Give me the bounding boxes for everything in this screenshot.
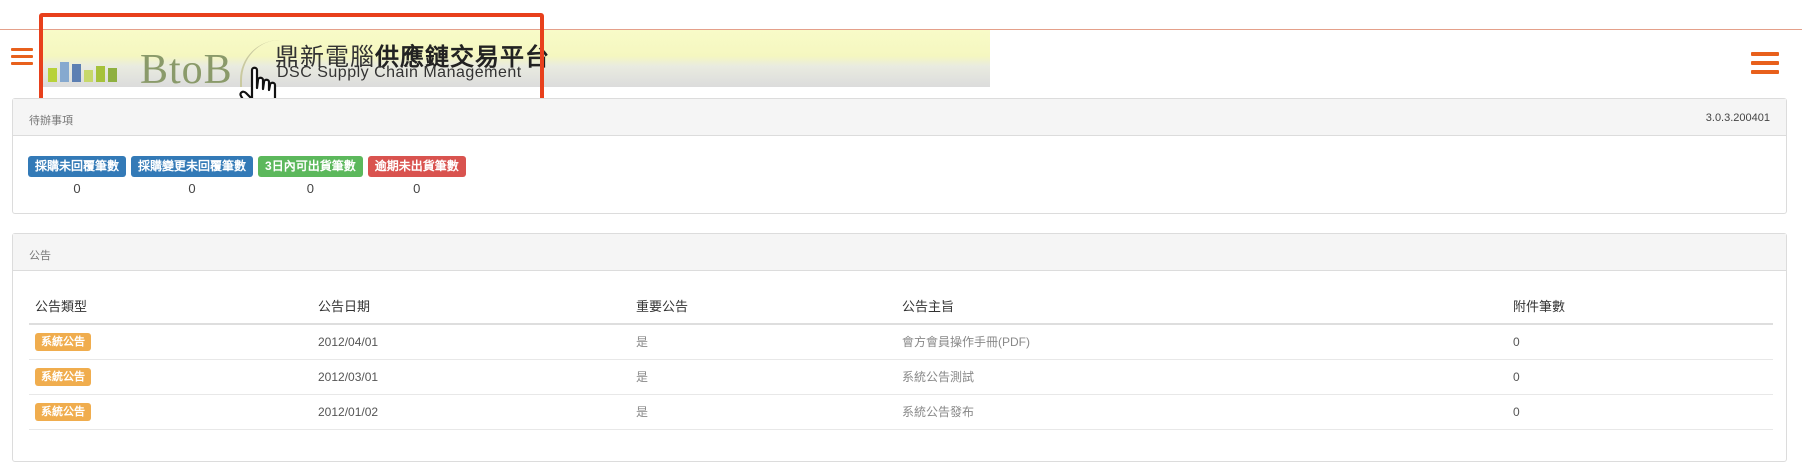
announcement-panel-header: 公告: [13, 234, 1786, 271]
todo-panel: 待辦事項 3.0.3.200401 採購未回覆筆數 0 採購變更未回覆筆數 0 …: [12, 98, 1787, 214]
cell-attachments: 0: [1507, 359, 1773, 395]
site-title-en: DSC Supply Chain Management: [277, 64, 522, 81]
announcement-panel-title: 公告: [29, 250, 51, 262]
left-menu-toggle-icon[interactable]: [11, 48, 33, 70]
cell-important: 是: [630, 394, 896, 430]
stat-po-change-unreplied-badge[interactable]: 採購變更未回覆筆數: [131, 156, 254, 177]
cell-type: 系統公告: [29, 394, 312, 430]
col-header-type: 公告類型: [29, 292, 312, 325]
table-row[interactable]: 系統公告 2012/03/01 是 系統公告測試 0: [29, 359, 1773, 395]
stat-ship-3days-value: 0: [306, 181, 314, 196]
stat-ship-3days-badge[interactable]: 3日內可出貨筆數: [258, 156, 363, 177]
stat-ship-3days: 3日內可出貨筆數 0: [258, 156, 363, 196]
stat-po-unreplied-value: 0: [73, 181, 81, 196]
type-badge: 系統公告: [35, 402, 91, 421]
todo-stats: 採購未回覆筆數 0 採購變更未回覆筆數 0 3日內可出貨筆數 0 逾期未出貨筆數…: [28, 156, 466, 196]
cell-date: 2012/03/01: [312, 359, 630, 395]
table-header-row: 公告類型 公告日期 重要公告 公告主旨 附件筆數: [29, 292, 1773, 325]
col-header-important: 重要公告: [630, 292, 896, 325]
stat-po-change-unreplied: 採購變更未回覆筆數 0: [131, 156, 254, 196]
col-header-date: 公告日期: [312, 292, 630, 325]
stat-overdue-badge[interactable]: 逾期未出貨筆數: [367, 156, 466, 177]
version-label: 3.0.3.200401: [1705, 112, 1770, 124]
todo-panel-header: 待辦事項 3.0.3.200401: [13, 99, 1786, 136]
cell-attachments: 0: [1507, 324, 1773, 360]
table-row[interactable]: 系統公告 2012/04/01 是 會方會員操作手冊(PDF) 0: [29, 324, 1773, 360]
cell-attachments: 0: [1507, 394, 1773, 430]
cell-subject-link[interactable]: 會方會員操作手冊(PDF): [896, 324, 1507, 360]
type-badge: 系統公告: [35, 367, 91, 386]
logo-text: BtoB: [140, 47, 233, 87]
announcement-panel: 公告 公告類型 公告日期 重要公告 公告主旨 附件筆數 系統公告 2012/04…: [12, 233, 1787, 462]
cell-type: 系統公告: [29, 359, 312, 395]
cell-important: 是: [630, 359, 896, 395]
col-header-subject: 公告主旨: [896, 292, 1507, 325]
stat-po-change-unreplied-value: 0: [188, 181, 196, 196]
cell-important: 是: [630, 324, 896, 360]
stat-overdue: 逾期未出貨筆數 0: [367, 156, 466, 196]
cell-subject-link[interactable]: 系統公告發布: [896, 394, 1507, 430]
cell-date: 2012/04/01: [312, 324, 630, 360]
stat-po-unreplied: 採購未回覆筆數 0: [28, 156, 127, 196]
type-badge: 系統公告: [35, 332, 91, 351]
cell-type: 系統公告: [29, 324, 312, 360]
todo-panel-title: 待辦事項: [29, 115, 73, 127]
right-menu-toggle-icon[interactable]: [1751, 52, 1779, 74]
cell-subject-link[interactable]: 系統公告測試: [896, 359, 1507, 395]
announcement-table: 公告類型 公告日期 重要公告 公告主旨 附件筆數 系統公告 2012/04/01…: [29, 292, 1773, 430]
site-banner-logo[interactable]: BtoB 鼎新電腦供應鏈交易平台 DSC Supply Chain Manage…: [40, 30, 990, 87]
stat-po-unreplied-badge[interactable]: 採購未回覆筆數: [28, 156, 127, 177]
stat-overdue-value: 0: [413, 181, 421, 196]
col-header-attachments: 附件筆數: [1507, 292, 1773, 325]
cell-date: 2012/01/02: [312, 394, 630, 430]
logo-bars-icon: [48, 55, 117, 82]
table-row[interactable]: 系統公告 2012/01/02 是 系統公告發布 0: [29, 394, 1773, 430]
